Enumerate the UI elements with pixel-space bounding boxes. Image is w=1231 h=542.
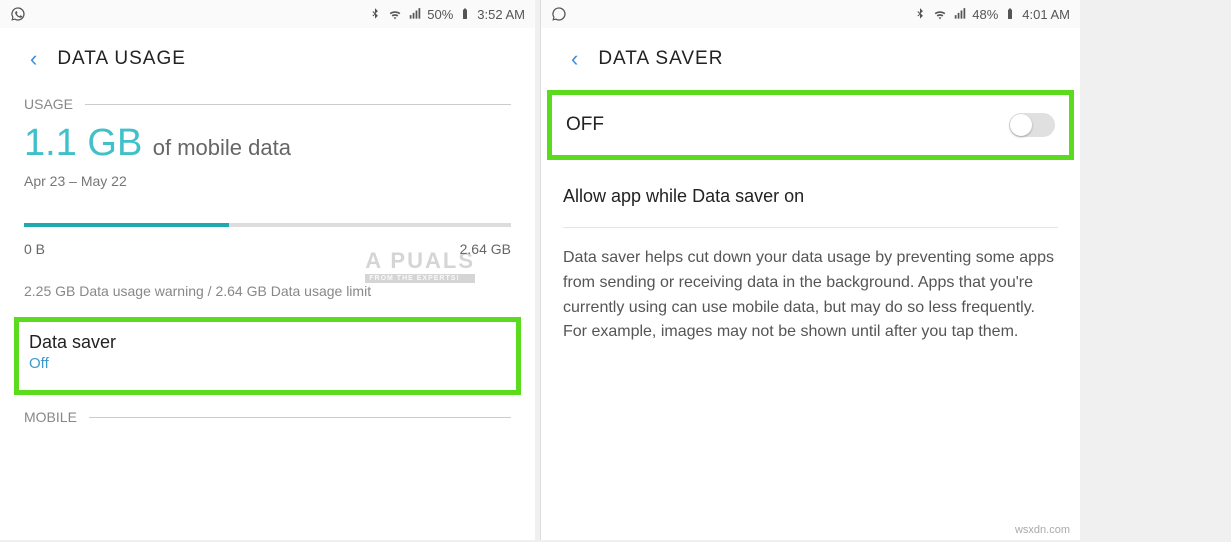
usage-caption: of mobile data bbox=[153, 135, 291, 160]
usage-date-range: Apr 23 – May 22 bbox=[24, 173, 511, 189]
page-title: DATA USAGE bbox=[57, 48, 186, 70]
battery-icon bbox=[457, 6, 473, 22]
watermark-sub: FROM THE EXPERTS! bbox=[365, 274, 475, 283]
watermark-text: A PUALS bbox=[365, 248, 475, 273]
data-saver-toggle[interactable] bbox=[1009, 113, 1055, 137]
section-label: MOBILE bbox=[24, 409, 77, 425]
whatsapp-icon bbox=[10, 6, 26, 22]
usage-amount: 1.1 GB bbox=[24, 122, 142, 164]
section-mobile: MOBILE bbox=[0, 409, 535, 425]
watermark: A PUALS FROM THE EXPERTS! bbox=[365, 248, 475, 283]
signal-icon bbox=[407, 6, 423, 22]
bluetooth-icon bbox=[367, 6, 383, 22]
data-saver-state: Off bbox=[29, 355, 506, 372]
clock-text: 4:01 AM bbox=[1022, 7, 1070, 22]
bar-fill bbox=[24, 223, 229, 227]
allow-app-row[interactable]: Allow app while Data saver on bbox=[541, 170, 1080, 223]
battery-percent: 50% bbox=[427, 7, 453, 22]
right-screenshot: 48% 4:01 AM ‹ DATA SAVER OFF Allow app w… bbox=[540, 0, 1080, 540]
usage-summary: 1.1 GB of mobile data Apr 23 – May 22 bbox=[0, 112, 535, 195]
data-saver-toggle-row[interactable]: OFF bbox=[547, 90, 1074, 160]
status-bar: 48% 4:01 AM bbox=[541, 0, 1080, 28]
status-bar: 50% 3:52 AM bbox=[0, 0, 535, 28]
left-screenshot: 50% 3:52 AM ‹ DATA USAGE USAGE 1.1 GB of… bbox=[0, 0, 535, 540]
data-saver-description: Data saver helps cut down your data usag… bbox=[541, 232, 1080, 359]
page-title: DATA SAVER bbox=[598, 48, 723, 70]
whatsapp-icon bbox=[551, 6, 567, 22]
battery-percent: 48% bbox=[972, 7, 998, 22]
bar-min-label: 0 B bbox=[24, 241, 45, 257]
section-usage: USAGE bbox=[0, 96, 535, 112]
divider bbox=[563, 227, 1058, 228]
toggle-state-label: OFF bbox=[566, 114, 604, 136]
toggle-knob bbox=[1010, 114, 1032, 136]
wifi-icon bbox=[932, 6, 948, 22]
back-icon[interactable]: ‹ bbox=[30, 46, 37, 72]
divider bbox=[89, 417, 511, 418]
data-saver-title: Data saver bbox=[29, 332, 506, 353]
wifi-icon bbox=[387, 6, 403, 22]
signal-icon bbox=[952, 6, 968, 22]
battery-icon bbox=[1002, 6, 1018, 22]
page-header: ‹ DATA USAGE bbox=[0, 28, 535, 86]
page-header: ‹ DATA SAVER bbox=[541, 28, 1080, 86]
back-icon[interactable]: ‹ bbox=[571, 46, 578, 72]
bluetooth-icon bbox=[912, 6, 928, 22]
data-saver-row[interactable]: Data saver Off bbox=[14, 317, 521, 395]
clock-text: 3:52 AM bbox=[477, 7, 525, 22]
source-attribution: wsxdn.com bbox=[1015, 524, 1070, 536]
divider bbox=[85, 104, 511, 105]
section-label: USAGE bbox=[24, 96, 73, 112]
